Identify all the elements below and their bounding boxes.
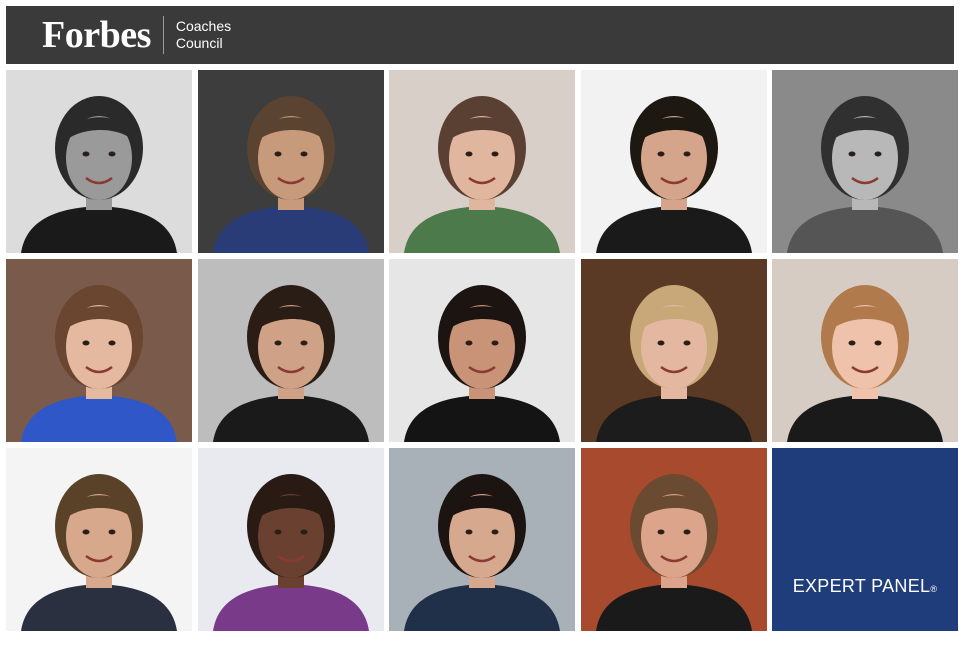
person-avatar-icon xyxy=(772,70,958,253)
person-avatar-icon xyxy=(197,70,384,253)
person-avatar-icon xyxy=(580,448,767,631)
header-divider xyxy=(162,16,164,54)
registered-mark: ® xyxy=(930,584,938,594)
person-avatar-icon xyxy=(389,448,575,631)
forbes-header: Forbes Coaches Council xyxy=(6,6,954,64)
portrait-photo xyxy=(580,70,767,253)
person-avatar-icon xyxy=(6,70,192,253)
person-avatar-icon xyxy=(6,259,192,442)
council-line-1: Coaches xyxy=(175,18,232,34)
portrait-photo xyxy=(389,259,575,442)
person-avatar-icon xyxy=(389,70,575,253)
portrait-photo xyxy=(580,448,767,631)
person-avatar-icon xyxy=(6,448,192,631)
portrait-photo xyxy=(772,259,958,442)
expert-panel-text: EXPERT PANEL xyxy=(792,576,931,596)
portrait-grid: EXPERT PANEL® xyxy=(6,70,958,632)
portrait-photo xyxy=(197,448,384,631)
portrait-photo xyxy=(6,70,192,253)
person-avatar-icon xyxy=(389,259,575,442)
expert-panel-label: EXPERT PANEL® xyxy=(772,576,958,597)
portrait-photo xyxy=(580,259,767,442)
person-avatar-icon xyxy=(197,259,384,442)
portrait-photo xyxy=(197,259,384,442)
council-name: Coaches Council xyxy=(176,18,231,52)
person-avatar-icon xyxy=(197,448,384,631)
expert-panel-tile: EXPERT PANEL® xyxy=(772,448,958,631)
portrait-photo xyxy=(772,70,958,253)
person-avatar-icon xyxy=(772,259,958,442)
portrait-photo xyxy=(389,448,575,631)
person-avatar-icon xyxy=(580,70,767,253)
portrait-photo xyxy=(6,259,192,442)
portrait-photo xyxy=(6,448,192,631)
portrait-photo xyxy=(389,70,575,253)
portrait-photo xyxy=(197,70,384,253)
forbes-logo: Forbes xyxy=(42,14,151,56)
council-line-2: Council xyxy=(175,35,223,51)
person-avatar-icon xyxy=(580,259,767,442)
